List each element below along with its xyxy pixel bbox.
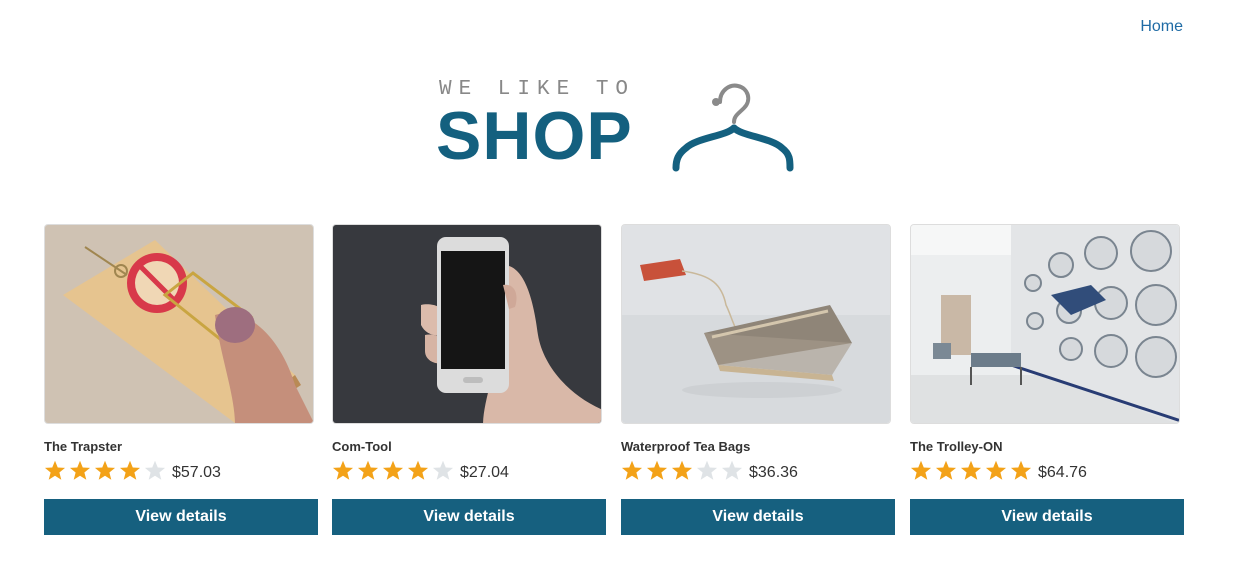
product-image[interactable] [910,224,1180,424]
product-price: $36.36 [749,464,798,481]
logo-wordmark: SHOP [436,98,633,174]
view-details-button[interactable]: View details [910,499,1184,535]
view-details-button[interactable]: View details [44,499,318,535]
product-card: Com-Tool $27.04 View details [332,224,606,536]
product-title[interactable]: Com-Tool [332,439,392,454]
tea-bag-photo [622,225,890,423]
star-filled-icon [382,460,406,482]
star-empty-icon [696,460,720,482]
star-filled-icon [1010,460,1034,482]
star-empty-icon [432,460,456,482]
mousetrap-photo [45,225,313,423]
star-filled-icon [935,460,959,482]
hanger-icon [672,83,794,172]
product-image[interactable] [44,224,314,424]
star-empty-icon [721,460,745,482]
star-filled-icon [671,460,695,482]
star-filled-icon [985,460,1009,482]
star-filled-icon [621,460,645,482]
star-filled-icon [910,460,934,482]
star-filled-icon [119,460,143,482]
product-price: $27.04 [460,464,509,481]
star-empty-icon [144,460,168,482]
product-rating: $36.36 [621,460,798,482]
view-details-button[interactable]: View details [621,499,895,535]
product-image[interactable] [621,224,891,424]
product-grid: The Trapster $57.03 View details Com-Too… [44,224,1184,536]
laundromat-photo [911,225,1179,423]
site-logo: WE LIKE TO SHOP [436,76,796,176]
star-filled-icon [960,460,984,482]
star-filled-icon [357,460,381,482]
star-filled-icon [332,460,356,482]
product-rating: $64.76 [910,460,1087,482]
product-price: $64.76 [1038,464,1087,481]
star-filled-icon [69,460,93,482]
product-title[interactable]: The Trolley-ON [910,439,1002,454]
star-filled-icon [407,460,431,482]
product-card: The Trolley-ON $64.76 View details [910,224,1184,536]
view-details-button[interactable]: View details [332,499,606,535]
top-nav: Home [1140,18,1183,36]
product-image[interactable] [332,224,602,424]
home-link[interactable]: Home [1140,18,1183,35]
star-filled-icon [646,460,670,482]
smartphone-in-hand-photo [333,225,601,423]
star-filled-icon [94,460,118,482]
product-title[interactable]: Waterproof Tea Bags [621,439,750,454]
product-title[interactable]: The Trapster [44,439,122,454]
product-card: The Trapster $57.03 View details [44,224,318,536]
product-rating: $27.04 [332,460,509,482]
product-price: $57.03 [172,464,221,481]
product-card: Waterproof Tea Bags $36.36 View details [621,224,895,536]
product-rating: $57.03 [44,460,221,482]
star-filled-icon [44,460,68,482]
